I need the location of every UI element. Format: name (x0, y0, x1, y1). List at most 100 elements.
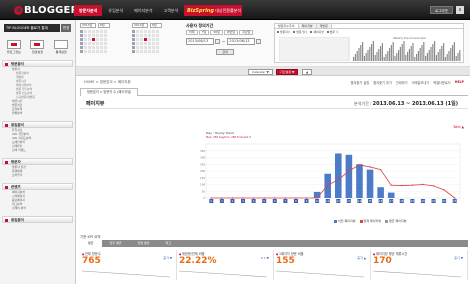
calendar-month-select[interactable]: 6월 (98, 23, 110, 28)
calendar-day[interactable] (91, 37, 96, 42)
calendar-day[interactable] (151, 30, 156, 34)
calendar-grid[interactable] (132, 30, 160, 54)
total-link[interactable]: Total ▲ (453, 125, 464, 129)
trend-tab-visitors[interactable]: 방문자수추이 (275, 24, 299, 28)
sidebar-item[interactable]: 브라우저 (2, 173, 73, 177)
period-button-this-month[interactable]: 이번달 (223, 30, 239, 35)
calendar-day[interactable] (95, 30, 100, 34)
calendar-day[interactable] (83, 49, 88, 54)
excel-download-link[interactable]: 엑셀다운로드 (433, 80, 451, 85)
top-nav-item-customers[interactable]: 고객분석 (159, 5, 184, 16)
calendar-icon[interactable] (256, 39, 262, 44)
calendar-day[interactable] (147, 30, 152, 34)
calendar-day[interactable] (95, 33, 100, 38)
period-button-30d[interactable]: 30일 (210, 30, 223, 35)
calendar-day[interactable] (87, 41, 92, 46)
calendar-day[interactable] (143, 45, 148, 50)
calendar-day[interactable] (103, 41, 108, 46)
calendar-day[interactable] (95, 49, 100, 54)
calendar-day[interactable] (91, 41, 96, 46)
calendar-day[interactable] (155, 41, 160, 46)
favorite-add-link[interactable]: 즐겨찾기 추가 (373, 80, 392, 85)
calendar-day[interactable] (139, 33, 144, 38)
calendar-day[interactable] (155, 33, 160, 38)
calendar-day[interactable] (87, 30, 92, 34)
email-link[interactable]: 이메일보내기 (412, 80, 430, 85)
calendar-day[interactable] (99, 30, 104, 34)
calendar-day[interactable] (95, 37, 100, 42)
calendar-day[interactable] (155, 37, 160, 42)
kpi-tab-average[interactable]: 평균 (80, 240, 102, 247)
calendar-day[interactable] (139, 49, 144, 54)
calendar-day[interactable] (95, 45, 100, 50)
calendar-day[interactable] (155, 45, 160, 50)
calendar-day[interactable] (132, 37, 136, 42)
calendar-day[interactable] (143, 30, 148, 34)
calendar-day[interactable] (132, 49, 136, 54)
content-tab[interactable]: 방문분석 > 방문자 수 (페이지뷰) (80, 88, 139, 96)
calendar-day[interactable] (135, 37, 140, 42)
calendar-day[interactable] (135, 49, 140, 54)
calendar-day[interactable] (139, 37, 144, 42)
calendar-day[interactable] (80, 49, 84, 54)
calendar-day[interactable] (91, 45, 96, 50)
calendar-day[interactable] (99, 37, 104, 42)
top-nav-item-visitors[interactable]: 방문자분석 (74, 5, 103, 16)
calendar-day[interactable] (147, 33, 152, 38)
trend-legend-item[interactable]: 방문 일수 (293, 30, 307, 34)
calendar-day[interactable] (151, 41, 156, 46)
calendar-icon[interactable] (215, 39, 220, 44)
calendar-day[interactable] (135, 41, 140, 46)
trend-legend-item[interactable]: 방문 수 (326, 30, 338, 34)
top-nav-item-inflow[interactable]: 유입분석 (103, 5, 128, 16)
top-nav-item-pages[interactable]: 페이지분석 (129, 5, 157, 16)
quick-link-blog[interactable]: 블로그정보 (3, 40, 25, 54)
sidebar-section-header[interactable]: 컨텐츠 (2, 183, 73, 190)
collapse-button[interactable]: ▲ (302, 68, 313, 75)
calendar-day[interactable] (151, 33, 156, 38)
sidebar-section-header[interactable]: 유입분석 (2, 121, 73, 128)
kpi-tab-max[interactable]: 최고 (158, 240, 180, 247)
calendar-day[interactable] (143, 33, 148, 38)
trend-legend-item[interactable]: 페이지뷰 (310, 30, 324, 34)
period-button-yesterday[interactable]: 어제 (186, 30, 198, 35)
calendar-day[interactable] (135, 33, 140, 38)
calendar-day[interactable] (91, 33, 96, 38)
kpi-tab-last-month[interactable]: 전월 평균 (130, 240, 158, 247)
period-button-7d[interactable]: 7일 (198, 30, 210, 35)
date-to-input[interactable]: 2013/06/13 (227, 38, 256, 45)
breadcrumb[interactable]: HOME > 방문분석 > 페이지뷰 (84, 80, 131, 85)
calendar-day[interactable] (99, 49, 104, 54)
trend-legend-item[interactable]: 방문자수 (277, 30, 290, 34)
account-select[interactable]: TIP BLOGGER 블로거 통계 (4, 24, 60, 32)
calendar-day[interactable] (103, 33, 108, 38)
calendar-day[interactable] (139, 41, 144, 46)
calendar-day[interactable] (155, 30, 160, 34)
calendar-day[interactable] (147, 41, 152, 46)
calendar-day[interactable] (80, 37, 84, 42)
quick-link-stats[interactable]: 통계설정 (50, 40, 72, 54)
calendar-day[interactable] (80, 33, 84, 38)
calendar-day[interactable] (132, 41, 136, 46)
calendar-day[interactable] (80, 30, 84, 34)
quick-link-settings[interactable]: 환경설정 (26, 40, 48, 54)
period-setting-button[interactable]: 기간설정 ▼ (276, 68, 299, 75)
calendar-day[interactable] (103, 49, 108, 54)
calendar-day[interactable] (143, 41, 148, 46)
help-link[interactable]: HELP (455, 80, 464, 85)
date-from-input[interactable]: 2013/06/13 (186, 38, 214, 45)
account-change-button[interactable]: 변경 (61, 24, 71, 32)
calendar-year-select[interactable]: 2013년 (132, 23, 148, 28)
calendar-day[interactable] (132, 33, 136, 38)
calendar-day[interactable] (132, 30, 136, 34)
calendar-day[interactable] (99, 45, 104, 50)
calendar-day[interactable] (83, 37, 88, 42)
calendar-day[interactable] (91, 30, 96, 34)
sidebar-section-header[interactable]: 방문분석 (2, 60, 73, 67)
logout-button[interactable]: 로그아웃 (430, 6, 453, 14)
calendar-day[interactable] (91, 49, 96, 54)
legend-item-current[interactable]: 현재 페이지뷰 (359, 219, 381, 223)
calendar-month-select[interactable]: 6월 (150, 23, 162, 28)
legend-item-prev[interactable]: 이전 페이지뷰 (334, 219, 356, 223)
calendar-day[interactable] (87, 37, 92, 42)
